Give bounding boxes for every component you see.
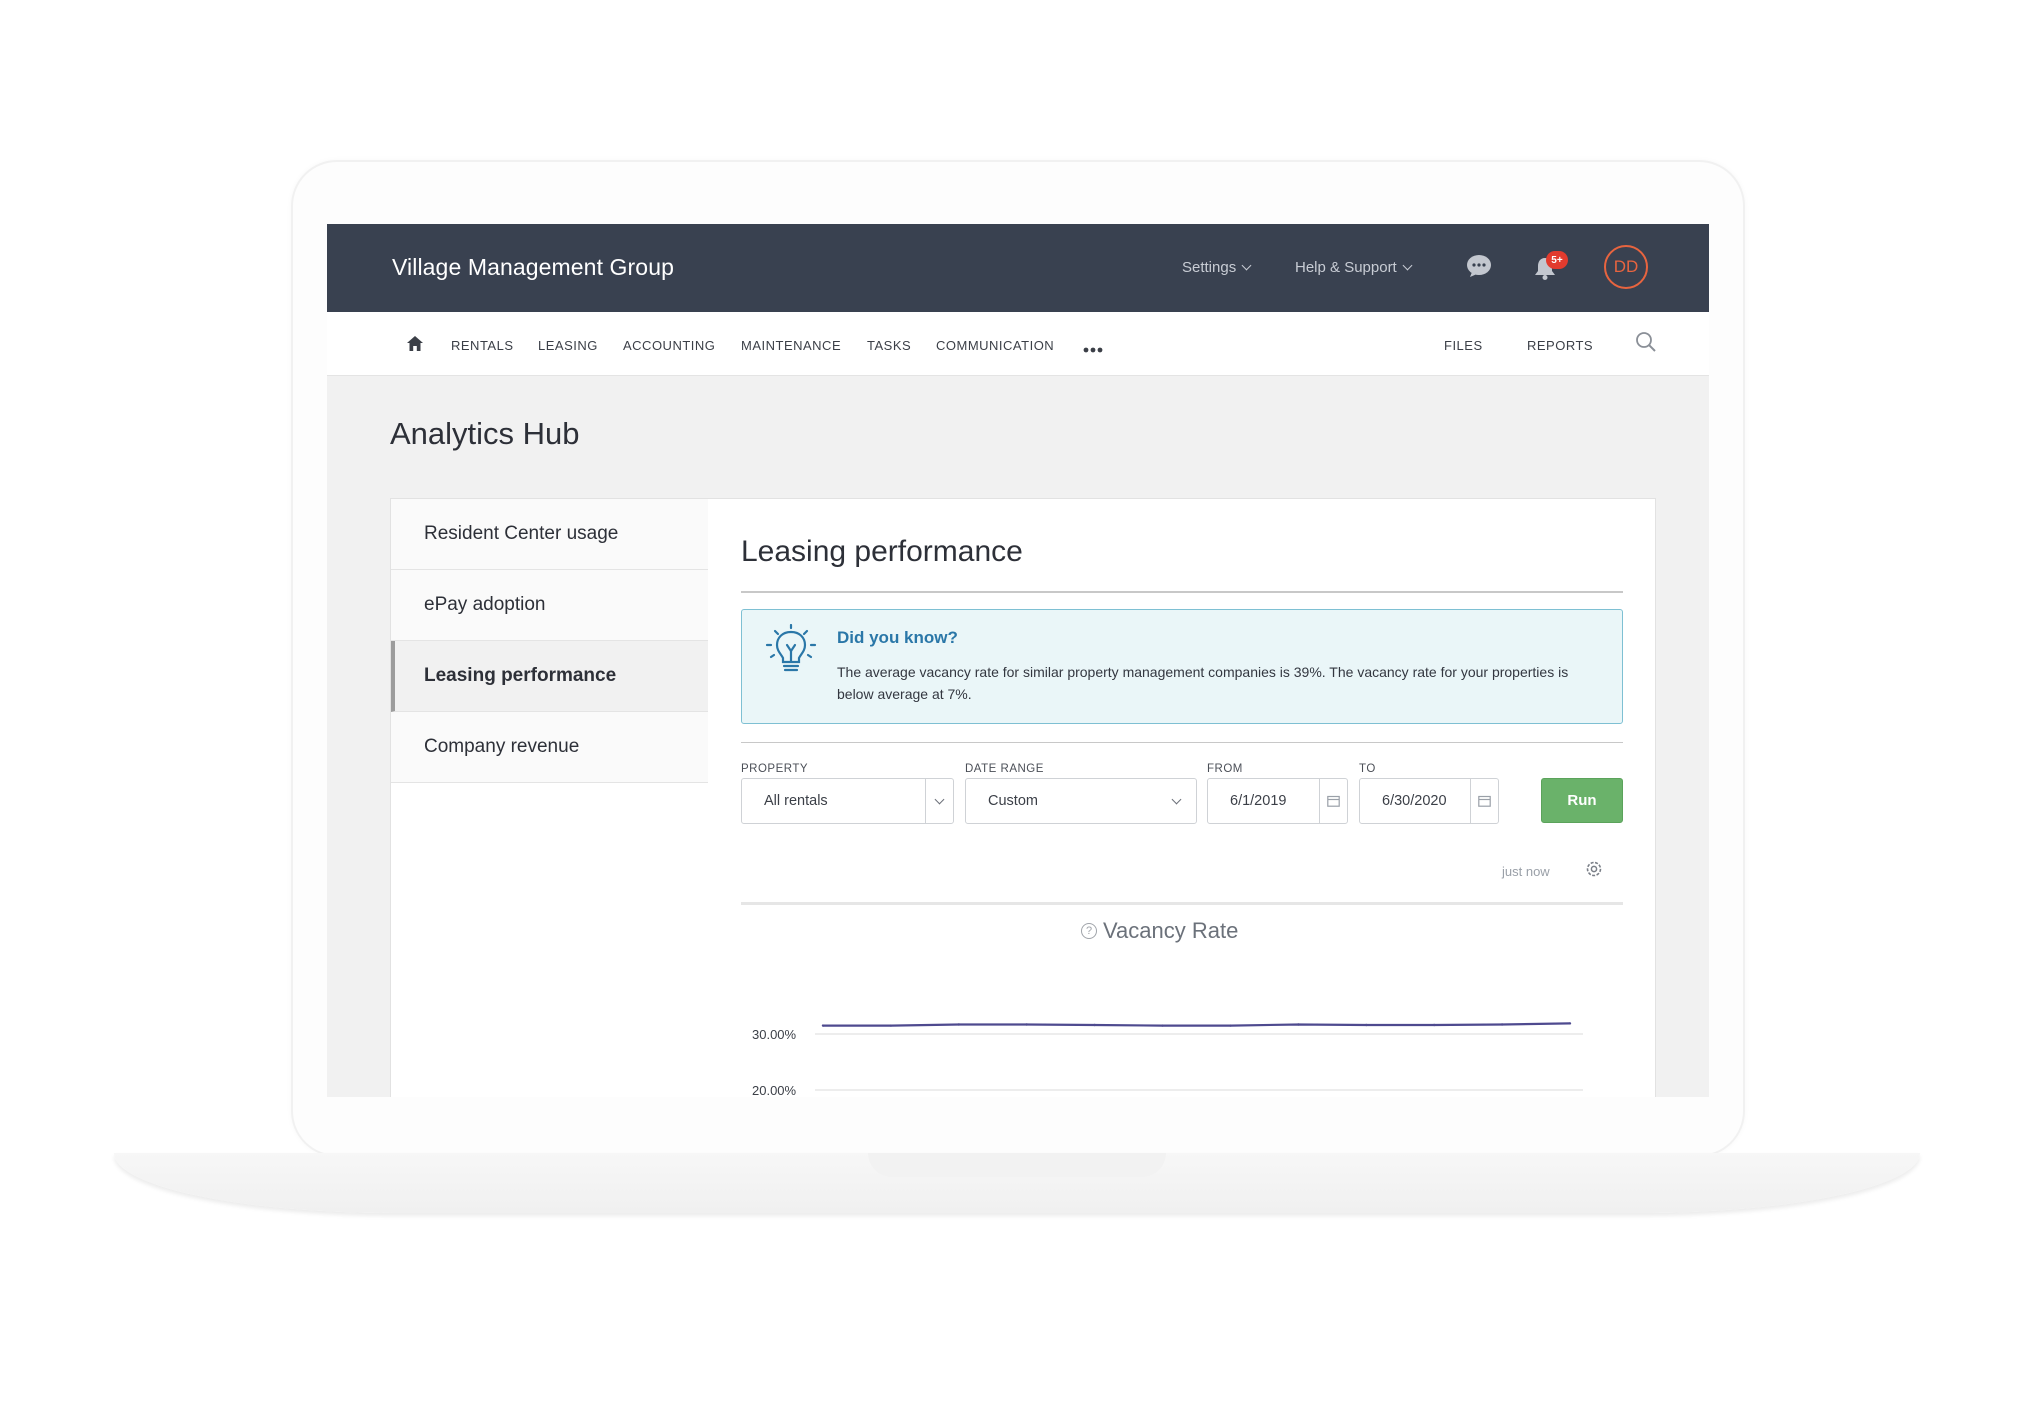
calendar-icon[interactable] — [1470, 779, 1498, 823]
help-support-label: Help & Support — [1295, 259, 1397, 276]
analytics-panel: Resident Center usage ePay adoption Leas… — [390, 498, 1656, 1097]
nav-files[interactable]: FILES — [1444, 338, 1483, 353]
date-range-value: Custom — [988, 793, 1038, 809]
sidebar-item-epay-adoption[interactable]: ePay adoption — [391, 570, 708, 641]
sidebar-item-company-revenue[interactable]: Company revenue — [391, 712, 708, 783]
brand-name[interactable]: Village Management Group — [392, 254, 674, 281]
nav-reports[interactable]: REPORTS — [1527, 338, 1593, 353]
date-range-select[interactable]: Custom — [965, 778, 1197, 824]
home-icon[interactable] — [407, 336, 423, 356]
notifications-badge: 5+ — [1546, 251, 1568, 269]
nav-leasing[interactable]: LEASING — [538, 338, 598, 353]
app-screen: Village Management Group Settings Help &… — [327, 224, 1709, 1097]
date-range-label: DATE RANGE — [965, 763, 1044, 775]
chevron-down-icon — [1241, 260, 1252, 271]
to-label: TO — [1359, 763, 1376, 775]
to-date-value: 6/30/2020 — [1382, 793, 1447, 809]
report-title: Leasing performance — [741, 535, 1023, 568]
did-you-know-callout: Did you know? The average vacancy rate f… — [741, 609, 1623, 724]
sidebar-item-label: Resident Center usage — [424, 523, 619, 544]
chevron-down-icon — [925, 779, 953, 823]
nav-rentals[interactable]: RENTALS — [451, 338, 514, 353]
last-updated-text: just now — [1502, 864, 1550, 879]
sidebar-item-resident-center-usage[interactable]: Resident Center usage — [391, 499, 708, 570]
y-tick-label: 20.00% — [752, 1083, 797, 1097]
vacancy-rate-point[interactable] — [1433, 1023, 1436, 1027]
vacancy-rate-point[interactable] — [1025, 1023, 1028, 1026]
property-select[interactable]: All rentals — [741, 778, 954, 824]
from-date-value: 6/1/2019 — [1230, 793, 1287, 809]
divider — [741, 742, 1623, 743]
sidebar-item-label: Company revenue — [424, 736, 580, 757]
vacancy-rate-point[interactable] — [1568, 1022, 1572, 1025]
nav-maintenance[interactable]: MAINTENANCE — [741, 338, 841, 353]
vacancy-rate-point[interactable] — [1365, 1023, 1368, 1027]
help-support-menu[interactable]: Help & Support — [1295, 259, 1413, 276]
property-value: All rentals — [764, 793, 828, 809]
settings-label: Settings — [1182, 259, 1237, 276]
vacancy-rate-point[interactable] — [1161, 1024, 1164, 1027]
vacancy-rate-point[interactable] — [889, 1024, 893, 1027]
main-nav: RENTALS LEASING ACCOUNTING MAINTENANCE T… — [327, 312, 1709, 376]
vacancy-rate-point[interactable] — [957, 1023, 960, 1026]
settings-menu[interactable]: Settings — [1182, 259, 1252, 276]
divider — [741, 591, 1623, 593]
y-tick-label: 30.00% — [752, 1027, 797, 1042]
nav-accounting[interactable]: ACCOUNTING — [623, 338, 715, 353]
callout-title: Did you know? — [837, 628, 958, 647]
analytics-sidebar: Resident Center usage ePay adoption Leas… — [391, 499, 708, 1097]
gear-icon[interactable] — [1584, 859, 1604, 884]
lightbulb-icon — [762, 623, 820, 681]
vacancy-rate-point[interactable] — [1500, 1023, 1504, 1026]
laptop-notch — [868, 1153, 1166, 1177]
search-icon[interactable] — [1635, 331, 1657, 358]
user-avatar[interactable]: DD — [1604, 245, 1648, 289]
divider — [741, 902, 1623, 905]
vacancy-rate-point[interactable] — [1229, 1024, 1232, 1027]
report-content: Leasing performance Did you know? The av… — [708, 499, 1657, 1097]
sidebar-item-label: Leasing performance — [424, 665, 617, 686]
sidebar-item-leasing-performance[interactable]: Leasing performance — [391, 641, 708, 712]
from-date-field[interactable]: 6/1/2019 — [1207, 778, 1348, 824]
run-button[interactable]: Run — [1541, 778, 1623, 823]
vacancy-rate-point[interactable] — [1093, 1023, 1096, 1027]
chevron-down-icon — [1162, 779, 1190, 823]
calendar-icon[interactable] — [1319, 779, 1347, 823]
more-menu-icon[interactable] — [1083, 340, 1103, 358]
property-label: PROPERTY — [741, 763, 809, 775]
top-bar: Village Management Group Settings Help &… — [327, 224, 1709, 312]
to-date-field[interactable]: 6/30/2020 — [1359, 778, 1499, 824]
page-title: Analytics Hub — [390, 416, 580, 451]
help-icon[interactable]: ? — [1081, 923, 1097, 939]
nav-tasks[interactable]: TASKS — [867, 338, 911, 353]
vacancy-rate-line[interactable] — [823, 1022, 1571, 1027]
chevron-down-icon — [1402, 260, 1413, 271]
callout-text: The average vacancy rate for similar pro… — [837, 664, 1569, 702]
notifications-bell-icon[interactable]: 5+ — [1533, 251, 1568, 285]
vacancy-rate-chart: 30.00% 20.00% — [752, 1022, 1583, 1097]
chat-icon[interactable] — [1466, 254, 1492, 283]
nav-communication[interactable]: COMMUNICATION — [936, 338, 1054, 353]
from-label: FROM — [1207, 763, 1243, 775]
vacancy-rate-point[interactable] — [1297, 1023, 1300, 1026]
vacancy-rate-point[interactable] — [821, 1024, 825, 1027]
sidebar-item-label: ePay adoption — [424, 594, 546, 615]
